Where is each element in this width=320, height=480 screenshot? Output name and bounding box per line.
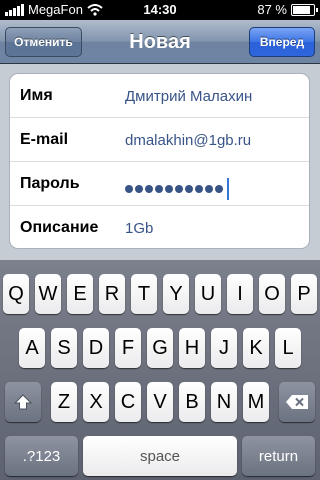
key-q[interactable]: Q (3, 274, 29, 314)
password-dot (195, 185, 203, 193)
battery-percent: 87 % (257, 2, 287, 17)
description-field[interactable]: 1Gb (125, 220, 153, 237)
key-u[interactable]: U (195, 274, 221, 314)
password-field[interactable] (125, 178, 229, 200)
form-area: Имя Дмитрий Малахин E-mail dmalakhin@1gb… (0, 64, 320, 260)
keyboard: .?123 space return QWERTYUIOP ASDFGHJKL ZX… (0, 260, 320, 480)
key-a[interactable]: A (19, 328, 45, 368)
key-b[interactable]: B (179, 382, 205, 422)
delete-key[interactable] (279, 382, 315, 422)
name-label: Имя (20, 87, 53, 104)
key-v[interactable]: V (147, 382, 173, 422)
key-x[interactable]: X (83, 382, 109, 422)
account-form-group: Имя Дмитрий Малахин E-mail dmalakhin@1gb… (9, 73, 310, 249)
key-s[interactable]: S (51, 328, 77, 368)
password-row[interactable]: Пароль (10, 162, 309, 206)
password-dot (185, 185, 193, 193)
key-h[interactable]: H (179, 328, 205, 368)
key-o[interactable]: O (259, 274, 285, 314)
email-row[interactable]: E-mail dmalakhin@1gb.ru (10, 118, 309, 162)
email-label: E-mail (20, 131, 69, 148)
key-l[interactable]: L (275, 328, 301, 368)
backspace-icon (286, 395, 308, 409)
key-r[interactable]: R (99, 274, 125, 314)
key-y[interactable]: Y (163, 274, 189, 314)
key-k[interactable]: K (243, 328, 269, 368)
status-bar: MegaFon 14:30 87 % (0, 0, 320, 20)
text-cursor (227, 178, 229, 200)
description-row[interactable]: Описание 1Gb (10, 206, 309, 248)
navigation-bar: Отменить Новая Вперед (0, 20, 320, 64)
email-field[interactable]: dmalakhin@1gb.ru (125, 132, 251, 149)
password-dot (145, 185, 153, 193)
key-t[interactable]: T (131, 274, 157, 314)
key-j[interactable]: J (211, 328, 237, 368)
status-right: 87 % (257, 2, 318, 17)
key-n[interactable]: N (211, 382, 237, 422)
battery-icon (291, 3, 318, 16)
key-g[interactable]: G (147, 328, 173, 368)
key-p[interactable]: P (291, 274, 317, 314)
password-dot (205, 185, 213, 193)
key-d[interactable]: D (83, 328, 109, 368)
key-w[interactable]: W (35, 274, 61, 314)
name-field[interactable]: Дмитрий Малахин (125, 88, 252, 105)
shift-key[interactable] (5, 382, 41, 422)
password-dot (215, 185, 223, 193)
numbers-key[interactable]: .?123 (5, 436, 78, 476)
key-z[interactable]: Z (51, 382, 77, 422)
key-c[interactable]: C (115, 382, 141, 422)
key-i[interactable]: I (227, 274, 253, 314)
password-dot (125, 185, 133, 193)
password-dot (175, 185, 183, 193)
forward-button[interactable]: Вперед (249, 27, 315, 57)
password-dot (135, 185, 143, 193)
shift-arrow-icon (13, 394, 33, 410)
key-m[interactable]: M (243, 382, 269, 422)
name-row[interactable]: Имя Дмитрий Малахин (10, 74, 309, 118)
key-e[interactable]: E (67, 274, 93, 314)
password-dot (165, 185, 173, 193)
password-label: Пароль (20, 175, 80, 192)
return-key[interactable]: return (242, 436, 315, 476)
space-key[interactable]: space (83, 436, 237, 476)
description-label: Описание (20, 219, 99, 236)
key-f[interactable]: F (115, 328, 141, 368)
password-dot (155, 185, 163, 193)
